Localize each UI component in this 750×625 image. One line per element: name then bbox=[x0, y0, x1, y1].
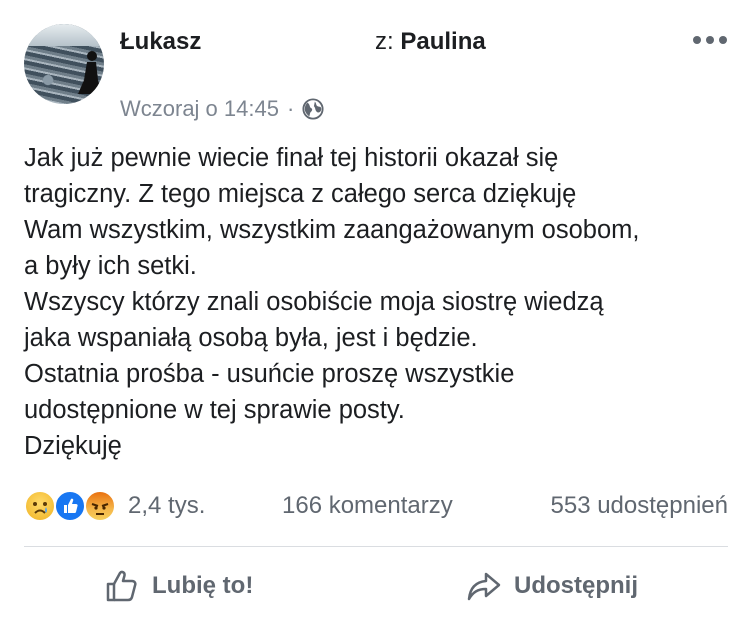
like-reaction-icon bbox=[54, 490, 86, 522]
more-dot bbox=[693, 36, 701, 44]
avatar[interactable] bbox=[24, 24, 104, 104]
avatar-sky bbox=[24, 24, 104, 46]
globe-icon[interactable] bbox=[302, 98, 324, 120]
post-header: Łukasz z: Paulina Wczoraj o 14:45 · bbox=[0, 0, 750, 130]
more-dot bbox=[719, 36, 727, 44]
action-bar: Lubię to! Udostępnij bbox=[0, 556, 750, 616]
comment-count[interactable]: 166 komentarzy bbox=[282, 492, 453, 520]
timestamp[interactable]: Wczoraj o 14:45 bbox=[120, 96, 279, 122]
recipient-prefix: z: bbox=[375, 28, 401, 55]
share-count[interactable]: 553 udostępnień bbox=[551, 492, 729, 520]
reaction-icons[interactable] bbox=[24, 490, 124, 522]
divider bbox=[24, 546, 728, 547]
share-button-label: Udostępnij bbox=[514, 572, 638, 599]
more-options-icon[interactable] bbox=[692, 28, 728, 52]
share-arrow-icon bbox=[467, 572, 501, 601]
sad-face bbox=[33, 502, 47, 514]
post-body-text: Jak już pewnie wiecie finał tej historii… bbox=[24, 144, 640, 460]
thumb-up-shape bbox=[64, 498, 78, 513]
like-button-label: Lubię to! bbox=[152, 572, 254, 599]
author-name[interactable]: Łukasz bbox=[120, 28, 201, 56]
reaction-count[interactable]: 2,4 tys. bbox=[128, 492, 205, 520]
meta-separator: · bbox=[286, 96, 295, 121]
more-dot bbox=[706, 36, 714, 44]
angry-reaction-icon bbox=[84, 490, 116, 522]
thumb-up-icon bbox=[106, 570, 137, 602]
avatar-person-silhouette bbox=[78, 51, 102, 94]
like-button[interactable]: Lubię to! bbox=[104, 564, 253, 608]
post-stats: 2,4 tys. 166 komentarzy 553 udostępnień bbox=[24, 488, 728, 524]
recipient: z: Paulina bbox=[375, 28, 486, 56]
recipient-name[interactable]: Paulina bbox=[400, 28, 485, 55]
share-button[interactable]: Udostępnij bbox=[466, 564, 638, 608]
post-meta: Wczoraj o 14:45 · bbox=[120, 96, 324, 122]
angry-face bbox=[91, 503, 109, 515]
sad-reaction-icon bbox=[24, 490, 56, 522]
